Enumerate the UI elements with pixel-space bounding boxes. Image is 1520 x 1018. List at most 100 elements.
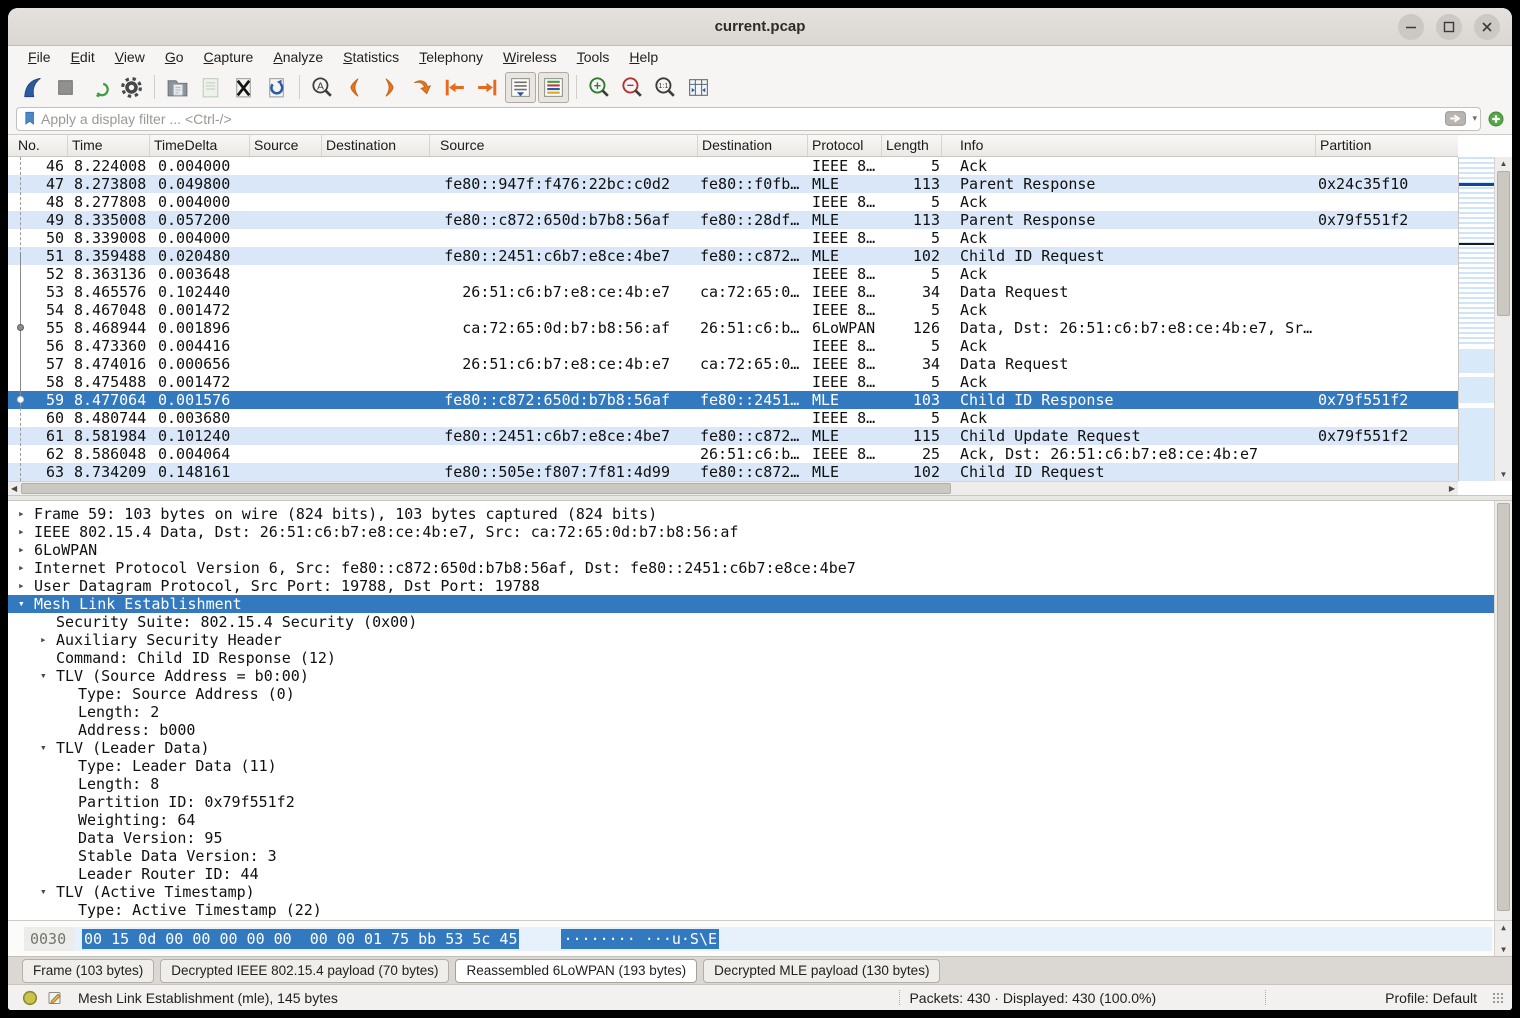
detail-row[interactable]: Partition ID: 0x79f551f2 xyxy=(8,793,1494,811)
menu-item-edit[interactable]: Edit xyxy=(61,48,105,66)
close-button[interactable] xyxy=(1474,14,1500,40)
expert-info-icon[interactable] xyxy=(22,990,38,1006)
detail-row[interactable]: Leader Router ID: 44 xyxy=(8,865,1494,883)
detail-row[interactable]: Weighting: 64 xyxy=(8,811,1494,829)
auto-scroll-icon[interactable] xyxy=(505,72,536,103)
capture-start-icon[interactable] xyxy=(17,72,48,103)
detail-row[interactable]: Stable Data Version: 3 xyxy=(8,847,1494,865)
find-packet-icon[interactable]: A xyxy=(307,72,338,103)
detail-row[interactable]: ▸6LoWPAN xyxy=(8,541,1494,559)
scroll-down-arrow-icon[interactable]: ▼ xyxy=(1495,945,1512,954)
menu-item-go[interactable]: Go xyxy=(155,48,194,66)
packet-row[interactable]: 598.4770640.001576fe80::c872:650d:b7b8:5… xyxy=(8,391,1458,409)
detail-row[interactable]: Length: 8 xyxy=(8,775,1494,793)
go-to-packet-icon[interactable] xyxy=(406,72,437,103)
expanded-arrow-icon[interactable]: ▾ xyxy=(40,883,56,901)
detail-row[interactable]: Data Version: 95 xyxy=(8,829,1494,847)
zoom-in-icon[interactable]: + xyxy=(584,72,615,103)
menu-item-wireless[interactable]: Wireless xyxy=(493,48,567,66)
packet-row[interactable]: 468.2240080.004000IEEE 8…5Ack xyxy=(8,157,1458,175)
detail-row[interactable]: Length: 2 xyxy=(8,703,1494,721)
go-back-icon[interactable] xyxy=(340,72,371,103)
apply-filter-button[interactable] xyxy=(1445,111,1466,126)
menu-item-tools[interactable]: Tools xyxy=(567,48,620,66)
menu-item-help[interactable]: Help xyxy=(619,48,668,66)
column-header-time[interactable]: Time xyxy=(68,135,150,156)
menu-item-capture[interactable]: Capture xyxy=(194,48,264,66)
scrollbar-thumb[interactable] xyxy=(21,483,951,494)
byte-tab-0[interactable]: Frame (103 bytes) xyxy=(22,959,154,983)
packet-row[interactable]: 568.4733600.004416IEEE 8…5Ack xyxy=(8,337,1458,355)
collapsed-arrow-icon[interactable]: ▸ xyxy=(18,541,34,559)
column-header-protocol[interactable]: Protocol xyxy=(808,135,882,156)
capture-comment-icon[interactable] xyxy=(47,990,63,1006)
display-filter-input[interactable] xyxy=(41,111,1445,127)
detail-row[interactable]: ▾TLV (Leader Data) xyxy=(8,739,1494,757)
go-first-packet-icon[interactable] xyxy=(439,72,470,103)
reload-icon[interactable] xyxy=(261,72,292,103)
detail-row[interactable]: ▸Auxiliary Security Header xyxy=(8,631,1494,649)
resize-grip[interactable] xyxy=(1492,992,1504,1004)
scroll-up-arrow-icon[interactable]: ▲ xyxy=(1495,923,1512,932)
detail-row[interactable]: ▸IEEE 802.15.4 Data, Dst: 26:51:c6:b7:e8… xyxy=(8,523,1494,541)
scroll-left-arrow-icon[interactable]: ◀ xyxy=(11,482,17,495)
column-header-source[interactable]: Source xyxy=(430,135,698,156)
capture-restart-icon[interactable]: ath d="M4.5 20.8 C5.2 10 11 4.6 19.6 3.2… xyxy=(83,72,114,103)
hex-bytes-selected[interactable]: 00 15 0d 00 00 00 00 00 00 00 01 75 bb 5… xyxy=(82,929,519,949)
hex-row[interactable]: 0030 00 15 0d 00 00 00 00 00 00 00 01 75… xyxy=(24,927,1492,951)
zoom-out-icon[interactable]: − xyxy=(617,72,648,103)
column-header-timedelta[interactable]: TimeDelta xyxy=(150,135,250,156)
packet-row[interactable]: 508.3390080.004000IEEE 8…5Ack xyxy=(8,229,1458,247)
menu-item-file[interactable]: File xyxy=(18,48,61,66)
packet-row[interactable]: 618.5819840.101240fe80::2451:c6b7:e8ce:4… xyxy=(8,427,1458,445)
detail-row[interactable]: Type: Source Address (0) xyxy=(8,685,1494,703)
detail-row[interactable]: Command: Child ID Response (12) xyxy=(8,649,1494,667)
packet-row[interactable]: 608.4807440.003680IEEE 8…5Ack xyxy=(8,409,1458,427)
packet-list-minimap[interactable] xyxy=(1458,157,1494,481)
collapsed-arrow-icon[interactable]: ▸ xyxy=(18,559,34,577)
scrollbar-thumb[interactable] xyxy=(1497,503,1510,911)
hex-ascii-selected[interactable]: ········ ···u·S\E xyxy=(561,929,719,949)
packet-row[interactable]: 528.3631360.003648IEEE 8…5Ack xyxy=(8,265,1458,283)
packet-row[interactable]: 488.2778080.004000IEEE 8…5Ack xyxy=(8,193,1458,211)
bytes-scrollbar[interactable]: ▲ ▼ xyxy=(1494,921,1512,956)
menu-item-telephony[interactable]: Telephony xyxy=(409,48,493,66)
filter-history-dropdown-icon[interactable]: ▾ xyxy=(1469,113,1480,124)
column-header-length[interactable]: Length xyxy=(882,135,942,156)
collapsed-arrow-icon[interactable]: ▸ xyxy=(18,577,34,595)
menu-item-view[interactable]: View xyxy=(105,48,155,66)
detail-row[interactable]: ▸User Datagram Protocol, Src Port: 19788… xyxy=(8,577,1494,595)
detail-row[interactable]: Security Suite: 802.15.4 Security (0x00) xyxy=(8,613,1494,631)
detail-vertical-scrollbar[interactable] xyxy=(1494,501,1512,920)
byte-tab-1[interactable]: Decrypted IEEE 802.15.4 payload (70 byte… xyxy=(160,959,449,983)
maximize-button[interactable] xyxy=(1436,14,1462,40)
packet-row[interactable]: 538.4655760.10244026:51:c6:b7:e8:ce:4b:e… xyxy=(8,283,1458,301)
packet-row[interactable]: 518.3594880.020480fe80::2451:c6b7:e8ce:4… xyxy=(8,247,1458,265)
detail-row[interactable]: Address: b000 xyxy=(8,721,1494,739)
collapsed-arrow-icon[interactable]: ▸ xyxy=(18,523,34,541)
detail-row[interactable]: ▸Frame 59: 103 bytes on wire (824 bits),… xyxy=(8,505,1494,523)
scroll-down-arrow-icon[interactable]: ▼ xyxy=(1495,470,1512,479)
byte-tab-3[interactable]: Decrypted MLE payload (130 bytes) xyxy=(703,959,940,983)
expanded-arrow-icon[interactable]: ▾ xyxy=(40,667,56,685)
packet-row[interactable]: 548.4670480.001472IEEE 8…5Ack xyxy=(8,301,1458,319)
bookmark-icon[interactable] xyxy=(23,110,37,127)
file-save-icon[interactable] xyxy=(195,72,226,103)
resize-columns-icon[interactable] xyxy=(683,72,714,103)
scroll-right-arrow-icon[interactable]: ▶ xyxy=(1449,482,1455,495)
column-header-source[interactable]: Source xyxy=(250,135,322,156)
detail-row[interactable]: ▾TLV (Active Timestamp) xyxy=(8,883,1494,901)
minimize-button[interactable] xyxy=(1398,14,1424,40)
detail-row[interactable]: Type: Leader Data (11) xyxy=(8,757,1494,775)
column-header-partition[interactable]: Partition xyxy=(1316,135,1458,156)
detail-row[interactable]: Type: Active Timestamp (22) xyxy=(8,901,1494,919)
column-header-no-[interactable]: No. xyxy=(8,135,68,156)
capture-stop-icon[interactable] xyxy=(50,72,81,103)
menu-item-statistics[interactable]: Statistics xyxy=(333,48,409,66)
byte-tab-2[interactable]: Reassembled 6LoWPAN (193 bytes) xyxy=(455,959,697,983)
packet-row[interactable]: 638.7342090.148161fe80::505e:f807:7f81:4… xyxy=(8,463,1458,481)
menu-item-analyze[interactable]: Analyze xyxy=(263,48,333,66)
column-header-info[interactable]: Info xyxy=(942,135,1316,156)
scrollbar-thumb[interactable] xyxy=(1497,171,1510,316)
scroll-up-arrow-icon[interactable]: ▲ xyxy=(1495,159,1512,168)
